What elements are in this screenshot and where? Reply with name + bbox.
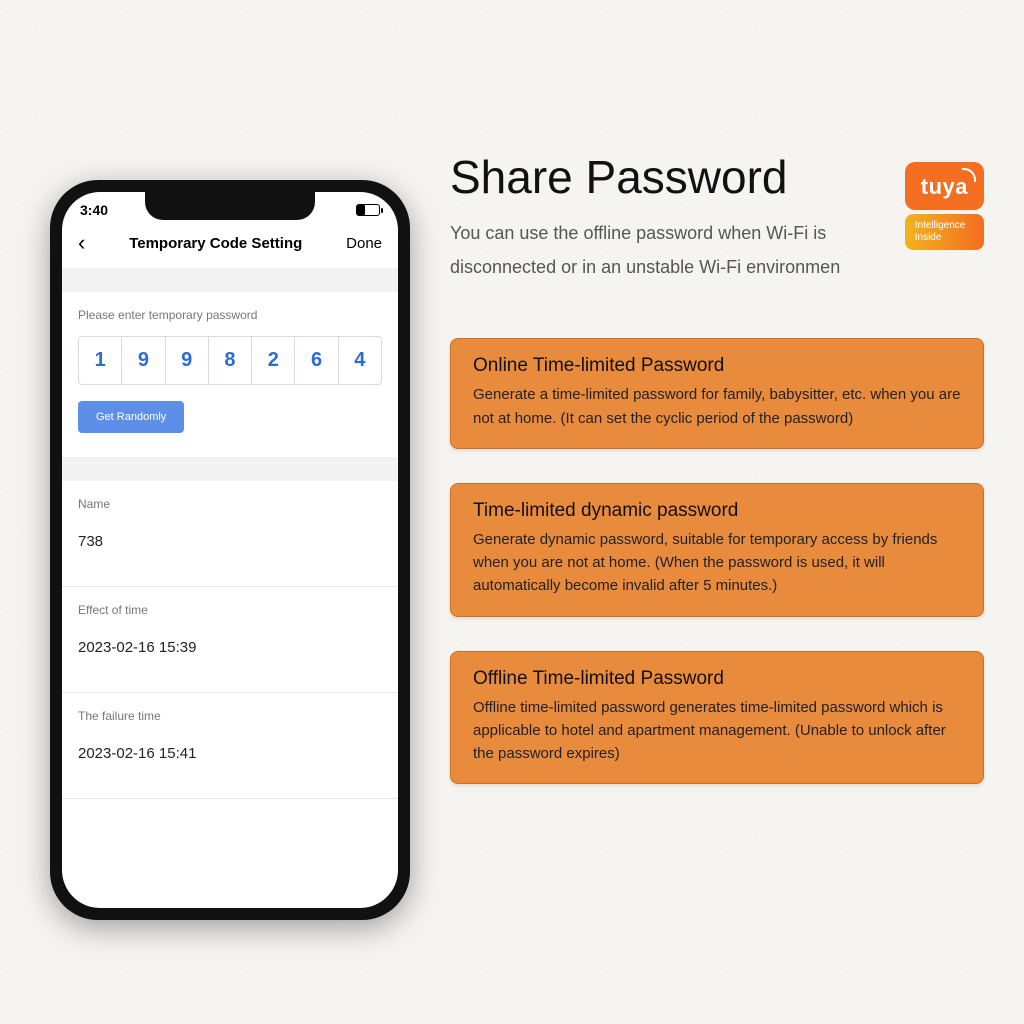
card-title: Online Time-limited Password bbox=[473, 355, 961, 377]
get-randomly-button[interactable]: Get Randomly bbox=[78, 401, 184, 433]
feature-cards: Online Time-limited Password Generate a … bbox=[450, 338, 984, 784]
failure-label: The failure time bbox=[78, 709, 382, 723]
password-prompt: Please enter temporary password bbox=[78, 308, 382, 322]
name-label: Name bbox=[78, 497, 382, 511]
card-dynamic-password: Time-limited dynamic password Generate d… bbox=[450, 483, 984, 617]
phone-mockup: 3:40 ‹ Temporary Code Setting Done Pleas… bbox=[50, 180, 410, 920]
digit-5[interactable]: 2 bbox=[252, 337, 295, 384]
app-navbar: ‹ Temporary Code Setting Done bbox=[62, 222, 398, 268]
tuya-logo: tuya Intelligence Inside bbox=[905, 162, 984, 250]
card-body: Generate a time-limited password for fam… bbox=[473, 383, 961, 430]
digit-3[interactable]: 9 bbox=[166, 337, 209, 384]
done-button[interactable]: Done bbox=[346, 235, 382, 252]
battery-icon bbox=[356, 204, 380, 216]
card-body: Offline time-limited password generates … bbox=[473, 696, 961, 766]
effect-time-field: Effect of time 2023-02-16 15:39 bbox=[62, 587, 398, 692]
back-icon[interactable]: ‹ bbox=[78, 232, 85, 254]
card-online-password: Online Time-limited Password Generate a … bbox=[450, 338, 984, 449]
effect-value[interactable]: 2023-02-16 15:39 bbox=[78, 631, 382, 668]
tuya-brand: tuya bbox=[905, 162, 984, 210]
password-section: Please enter temporary password 1 9 9 8 … bbox=[62, 292, 398, 457]
effect-label: Effect of time bbox=[78, 603, 382, 617]
status-time: 3:40 bbox=[80, 202, 108, 218]
digit-7[interactable]: 4 bbox=[339, 337, 381, 384]
digit-1[interactable]: 1 bbox=[79, 337, 122, 384]
digit-4[interactable]: 8 bbox=[209, 337, 252, 384]
name-field: Name 738 bbox=[62, 481, 398, 586]
phone-screen: 3:40 ‹ Temporary Code Setting Done Pleas… bbox=[62, 192, 398, 908]
page-title: Temporary Code Setting bbox=[129, 235, 302, 252]
name-value[interactable]: 738 bbox=[78, 525, 382, 562]
password-digits[interactable]: 1 9 9 8 2 6 4 bbox=[78, 336, 382, 385]
digit-6[interactable]: 6 bbox=[295, 337, 338, 384]
card-title: Time-limited dynamic password bbox=[473, 500, 961, 522]
tuya-tagline: Intelligence Inside bbox=[905, 214, 984, 250]
digit-2[interactable]: 9 bbox=[122, 337, 165, 384]
info-column: Share Password You can use the offline p… bbox=[450, 150, 984, 784]
failure-value[interactable]: 2023-02-16 15:41 bbox=[78, 737, 382, 774]
phone-notch bbox=[145, 192, 315, 220]
subtext: You can use the offline password when Wi… bbox=[450, 216, 850, 284]
card-body: Generate dynamic password, suitable for … bbox=[473, 528, 961, 598]
failure-time-field: The failure time 2023-02-16 15:41 bbox=[62, 693, 398, 798]
card-offline-password: Offline Time-limited Password Offline ti… bbox=[450, 651, 984, 785]
card-title: Offline Time-limited Password bbox=[473, 668, 961, 690]
